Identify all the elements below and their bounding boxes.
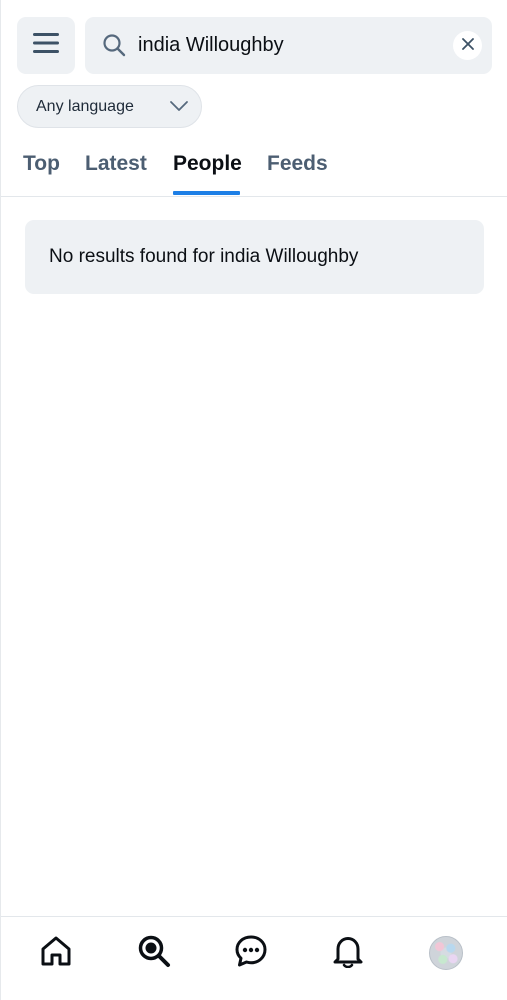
language-select[interactable]: Any language: [17, 85, 202, 128]
chat-icon: [234, 934, 268, 973]
menu-button[interactable]: [17, 17, 75, 74]
tab-people[interactable]: People: [173, 140, 242, 196]
nav-notifications-button[interactable]: [328, 933, 368, 973]
nav-home-button[interactable]: [36, 933, 76, 973]
nav-search-button[interactable]: [134, 933, 174, 973]
hamburger-menu-icon: [32, 32, 60, 59]
search-input[interactable]: india Willoughby: [138, 17, 284, 74]
language-select-value: Any language: [36, 98, 134, 115]
tab-top[interactable]: Top: [23, 140, 60, 196]
tab-latest[interactable]: Latest: [85, 140, 147, 196]
app-screen: india Willoughby Any language Top Latest…: [0, 0, 507, 1000]
clear-search-button[interactable]: [453, 31, 482, 60]
search-bar[interactable]: india Willoughby: [85, 17, 492, 74]
magnifier-icon: [102, 33, 126, 62]
empty-results-notice: No results found for india Willoughby: [25, 220, 484, 294]
nav-profile-button[interactable]: [426, 933, 466, 973]
bottom-nav: [1, 916, 507, 1000]
search-icon: [137, 934, 171, 973]
search-tabs: Top Latest People Feeds: [1, 140, 507, 197]
bell-icon: [331, 934, 365, 973]
home-icon: [39, 934, 73, 973]
empty-results-message: No results found for india Willoughby: [49, 246, 359, 267]
avatar: [429, 936, 463, 970]
nav-chat-button[interactable]: [231, 933, 271, 973]
close-icon: [461, 37, 474, 55]
active-tab-indicator: [173, 191, 240, 195]
chevron-down-icon: [169, 99, 189, 118]
tab-feeds[interactable]: Feeds: [267, 140, 328, 196]
